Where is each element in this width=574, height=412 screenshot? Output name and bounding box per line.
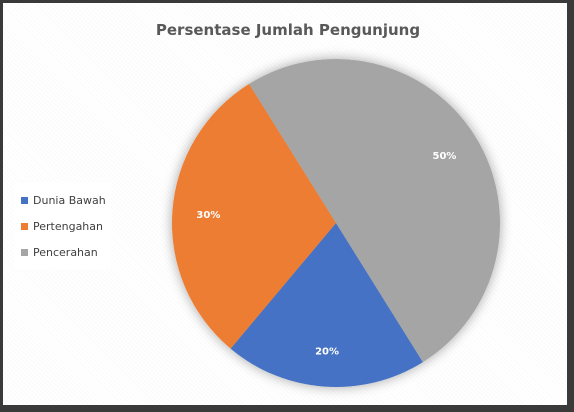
legend-item-dunia-bawah[interactable]: Dunia Bawah <box>15 187 111 213</box>
data-label-pencerahan: 50% <box>433 151 457 162</box>
legend-label: Pencerahan <box>33 245 98 259</box>
legend-swatch <box>21 248 28 256</box>
legend-swatch <box>21 222 28 230</box>
chart-frame: Persentase Jumlah Pengunjung 20% 30% 50% D… <box>0 0 574 412</box>
legend-item-pencerahan[interactable]: Pencerahan <box>15 239 111 265</box>
chart-area: Persentase Jumlah Pengunjung 20% 30% 50% D… <box>3 3 567 405</box>
pie-slices <box>171 59 500 387</box>
legend: Dunia Bawah Pertengahan Pencerahan <box>15 183 111 269</box>
legend-item-pertengahan[interactable]: Pertengahan <box>15 213 111 239</box>
data-label-dunia-bawah: 20% <box>315 347 339 358</box>
legend-label: Dunia Bawah <box>33 193 106 207</box>
legend-label: Pertengahan <box>33 219 103 233</box>
legend-swatch <box>21 196 28 204</box>
data-label-pertengahan: 30% <box>196 210 220 221</box>
